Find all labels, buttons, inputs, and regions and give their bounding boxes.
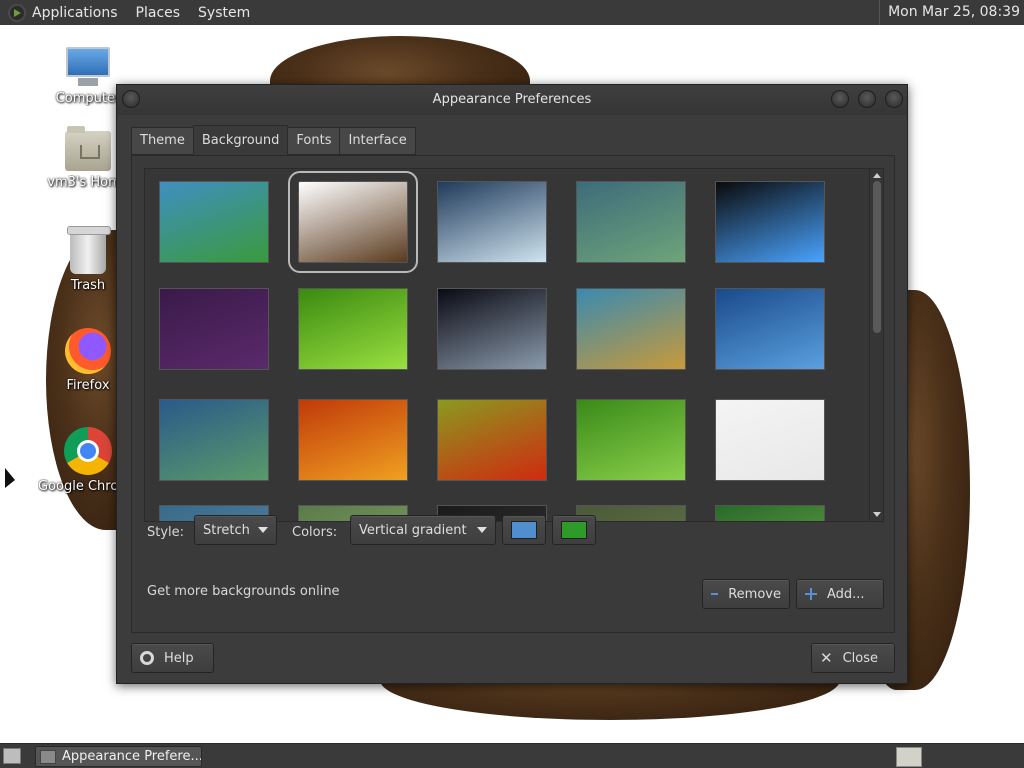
background-thumbnail-water-drop[interactable] (437, 181, 547, 263)
remove-label: Remove (728, 586, 781, 602)
show-desktop-icon[interactable] (3, 748, 21, 764)
appearance-preferences-window: Appearance Preferences Theme Background … (116, 84, 908, 684)
background-thumbnail-white-logo[interactable] (715, 399, 825, 481)
close-window-button[interactable] (885, 90, 903, 108)
help-icon (140, 651, 154, 665)
tab-background[interactable]: Background (192, 125, 289, 155)
colors-dropdown[interactable]: Vertical gradient (350, 515, 496, 545)
tab-bar: Theme Background Fonts Interface (131, 125, 416, 155)
background-thumbnail-blue-green-gradient[interactable] (159, 399, 269, 481)
remove-button[interactable]: Remove (702, 579, 790, 609)
background-thumbnail-blue-waves[interactable] (715, 288, 825, 370)
window-title: Appearance Preferences (432, 92, 592, 107)
taskbar-window-appearance[interactable]: Appearance Prefere... (35, 746, 202, 767)
maximize-button[interactable] (858, 90, 876, 108)
trash-icon (67, 226, 111, 274)
style-colors-row: Style: Stretch Colors: Vertical gradient (132, 514, 894, 550)
menu-system[interactable]: System (198, 5, 250, 21)
menu-logo-icon[interactable] (8, 3, 26, 22)
background-thumbnail-teal-haze[interactable] (576, 181, 686, 263)
primary-color-swatch (511, 521, 537, 539)
gallery-scrollbar[interactable] (869, 169, 883, 521)
background-thumbnail-green-leaf[interactable] (298, 288, 408, 370)
primary-color-button[interactable] (502, 515, 546, 545)
chevron-down-icon (477, 527, 487, 533)
firefox-icon (65, 328, 111, 374)
secondary-color-button[interactable] (552, 515, 596, 545)
get-more-backgrounds-link[interactable]: Get more backgrounds online (147, 584, 340, 599)
secondary-color-swatch (561, 521, 587, 539)
background-thumbnail-arch-rainbow[interactable] (715, 181, 825, 263)
background-thumbnail-purple-bubbles[interactable] (159, 288, 269, 370)
background-thumbnail-red-flower[interactable] (437, 399, 547, 481)
minimize-button[interactable] (831, 90, 849, 108)
taskbar-window-label: Appearance Prefere... (62, 749, 202, 764)
close-button[interactable]: ✕ Close (811, 643, 895, 673)
style-dropdown-value: Stretch (203, 522, 250, 538)
computer-icon (64, 47, 112, 87)
window-titlebar[interactable]: Appearance Preferences (117, 85, 907, 115)
chrome-icon (64, 427, 112, 475)
menu-applications[interactable]: Applications (32, 5, 118, 21)
help-button[interactable]: Help (131, 643, 214, 673)
tab-interface[interactable]: Interface (339, 127, 416, 155)
background-thumbnail-green-grass[interactable] (576, 399, 686, 481)
background-thumbnail-brown-blob[interactable] (288, 171, 418, 273)
background-gallery[interactable] (144, 168, 884, 522)
bottom-panel: Appearance Prefere... (0, 743, 1024, 768)
tab-fonts[interactable]: Fonts (287, 127, 341, 155)
scroll-up-icon[interactable] (873, 173, 881, 178)
close-icon: ✕ (820, 648, 833, 667)
close-label: Close (842, 650, 878, 666)
mouse-cursor-icon (5, 468, 15, 488)
top-panel: Applications Places System Mon Mar 25, 0… (0, 0, 1024, 25)
add-label: Add... (827, 586, 865, 602)
background-thumbnail-gradient-blue-green[interactable] (159, 181, 269, 263)
help-label: Help (164, 650, 194, 666)
style-label: Style: (147, 525, 185, 540)
tray-notification-icon[interactable] (896, 747, 922, 767)
add-icon (805, 588, 817, 600)
style-dropdown[interactable]: Stretch (194, 515, 277, 545)
panel-clock[interactable]: Mon Mar 25, 08:39 (879, 0, 1020, 25)
background-thumbnail-earth-orbit[interactable] (437, 288, 547, 370)
tab-theme[interactable]: Theme (131, 127, 194, 155)
menu-places[interactable]: Places (136, 5, 181, 21)
colors-label: Colors: (292, 525, 338, 540)
appearance-app-icon (40, 749, 56, 764)
home-folder-icon (65, 126, 111, 171)
scrollbar-thumb[interactable] (873, 181, 881, 333)
background-thumbnail-grass-field[interactable] (576, 288, 686, 370)
background-tab-panel: Style: Stretch Colors: Vertical gradient… (131, 155, 895, 633)
remove-icon (711, 593, 719, 595)
add-button[interactable]: Add... (796, 579, 884, 609)
colors-dropdown-value: Vertical gradient (359, 522, 467, 538)
chevron-down-icon (257, 527, 268, 533)
background-thumbnail-orange-flower[interactable] (298, 399, 408, 481)
